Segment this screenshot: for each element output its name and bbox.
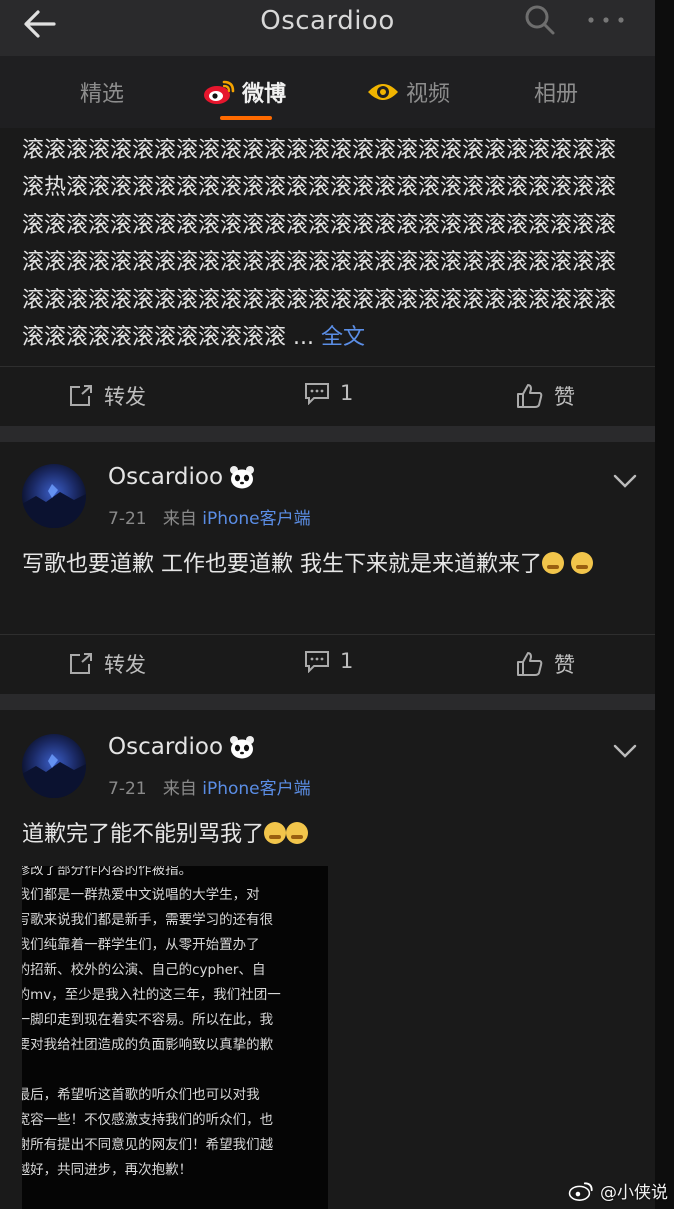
post-action-bar: 转发 1 赞 xyxy=(0,366,655,427)
comment-icon xyxy=(305,383,329,405)
avatar[interactable] xyxy=(22,464,86,528)
thumbs-up-icon xyxy=(517,652,543,676)
active-tab-indicator xyxy=(220,116,272,120)
tab-video[interactable]: 视频 xyxy=(366,76,450,108)
profile-tabs: 精选 微博 视频 相册 xyxy=(0,56,655,129)
comment-button[interactable]: 1 xyxy=(304,381,353,405)
top-bar: Oscardioo xyxy=(0,0,655,56)
tab-album[interactable]: 相册 xyxy=(534,76,578,108)
page-title: Oscardioo xyxy=(260,6,395,36)
tab-label: 微博 xyxy=(242,82,287,107)
crying-laughing-emoji-icon xyxy=(542,552,564,574)
panda-badge-icon xyxy=(230,466,255,489)
panda-badge-icon xyxy=(230,736,255,759)
edge-strip xyxy=(655,0,674,1209)
like-button[interactable]: 赞 xyxy=(516,381,575,411)
author-name[interactable]: Oscardioo xyxy=(108,464,255,490)
post-text: 滚滚滚滚滚滚滚滚滚滚滚滚滚滚滚滚滚滚滚滚滚滚滚滚滚滚滚滚热滚滚滚滚滚滚滚滚滚滚滚… xyxy=(22,138,617,351)
post-meta: 7-21 来自 iPhone客户端 xyxy=(108,779,311,799)
avatar[interactable] xyxy=(22,734,86,798)
post-meta: 7-21 来自 iPhone客户端 xyxy=(108,509,311,529)
crying-emoji-icon xyxy=(264,822,287,844)
post-image[interactable]: 修改了部分作内容的作被指。 我们都是一群热爱中文说唱的大学生，对 写歌来说我们都… xyxy=(22,866,328,1209)
repost-icon xyxy=(70,653,92,674)
app-frame: Oscardioo 精选 微博 视频 相册 滚滚滚滚滚滚滚滚滚滚滚滚滚滚滚滚滚滚… xyxy=(0,0,655,1209)
source-link[interactable]: iPhone客户端 xyxy=(202,509,310,529)
post-action-bar: 转发 1 赞 xyxy=(0,634,655,695)
video-eye-icon xyxy=(368,84,398,100)
post-text: 写歌也要道歉 工作也要道歉 我生下来就是来道歉来了 xyxy=(22,546,642,583)
crying-emoji-icon xyxy=(286,822,309,844)
tab-weibo[interactable]: 微博 xyxy=(202,76,286,108)
like-button[interactable]: 赞 xyxy=(516,649,575,679)
weibo-logo-icon xyxy=(204,80,235,104)
source-link[interactable]: iPhone客户端 xyxy=(202,779,310,799)
comment-icon xyxy=(305,651,329,673)
chevron-down-icon[interactable] xyxy=(612,472,638,490)
thumbs-up-icon xyxy=(517,384,543,408)
tab-featured[interactable]: 精选 xyxy=(80,76,124,108)
chevron-down-icon[interactable] xyxy=(612,742,638,760)
tab-label: 精选 xyxy=(80,82,125,107)
tab-label: 视频 xyxy=(406,82,451,107)
divider xyxy=(0,426,655,442)
repost-icon xyxy=(70,385,92,406)
post-card: 滚滚滚滚滚滚滚滚滚滚滚滚滚滚滚滚滚滚滚滚滚滚滚滚滚滚滚滚热滚滚滚滚滚滚滚滚滚滚滚… xyxy=(0,128,655,426)
crying-laughing-emoji-icon xyxy=(571,552,593,574)
divider xyxy=(0,694,655,710)
repost-button[interactable]: 转发 xyxy=(68,381,146,411)
more-icon[interactable] xyxy=(586,6,626,26)
search-icon[interactable] xyxy=(522,2,556,36)
comment-button[interactable]: 1 xyxy=(304,649,353,673)
tab-label: 相册 xyxy=(534,82,579,107)
post-card: Oscardioo 7-21 来自 iPhone客户端 写歌也要道歉 工作也要道… xyxy=(0,442,655,694)
post-text: 道歉完了能不能别骂我了 xyxy=(22,816,642,853)
full-text-link[interactable]: 全文 xyxy=(321,325,365,350)
weibo-logo-icon xyxy=(568,1181,593,1201)
image-text: 修改了部分作内容的作被指。 我们都是一群热爱中文说唱的大学生，对 写歌来说我们都… xyxy=(22,866,281,1178)
watermark: @小侠说 xyxy=(568,1178,668,1203)
author-name[interactable]: Oscardioo xyxy=(108,734,255,760)
repost-button[interactable]: 转发 xyxy=(68,649,146,679)
